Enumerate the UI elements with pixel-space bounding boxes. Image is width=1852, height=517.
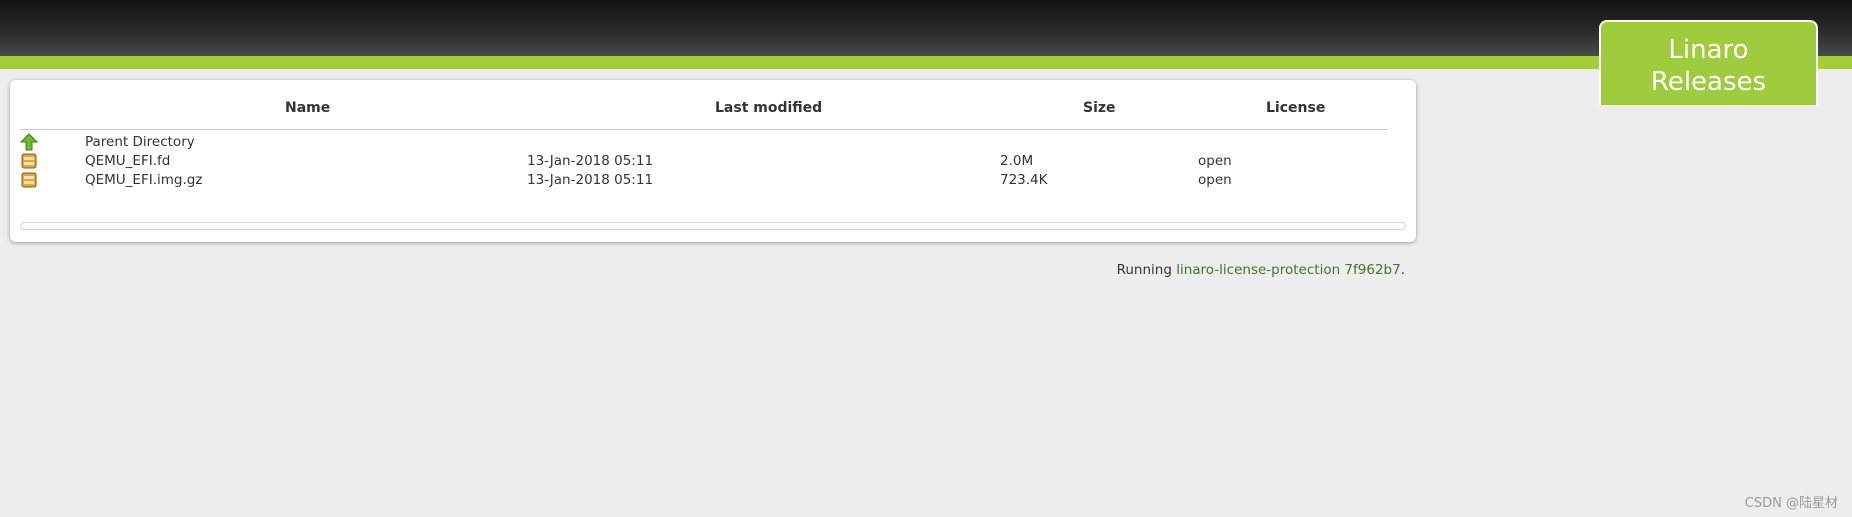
file-license: open	[1198, 172, 1232, 188]
footer-prefix: Running	[1116, 262, 1177, 278]
footer-running-text: Running linaro-license-protection 7f962b…	[1117, 262, 1405, 278]
version-link[interactable]: linaro-license-protection 7f962b7	[1176, 262, 1400, 278]
file-last-modified: 13-Jan-2018 05:11	[527, 153, 654, 169]
csdn-watermark: CSDN @陆星材	[1744, 496, 1838, 511]
column-header-size[interactable]: Size	[1083, 100, 1116, 116]
table-row: QEMU_EFI.img.gz 13-Jan-2018 05:11 723.4K…	[10, 171, 1400, 190]
file-size: 723.4K	[1000, 172, 1048, 188]
parent-directory-row[interactable]: Parent Directory	[10, 133, 1400, 152]
column-header-license[interactable]: License	[1266, 100, 1325, 116]
file-listing-panel: Name Last modified Size License Parent D…	[10, 80, 1416, 242]
footer-suffix: .	[1400, 262, 1405, 278]
column-header-name[interactable]: Name	[285, 100, 330, 116]
archive-file-icon[interactable]	[20, 171, 38, 189]
top-header-bar	[0, 0, 1852, 56]
horizontal-scrollbar[interactable]	[20, 222, 1406, 230]
table-row: QEMU_EFI.fd 13-Jan-2018 05:11 2.0M open	[10, 152, 1400, 171]
file-name-link[interactable]: QEMU_EFI.img.gz	[85, 172, 202, 188]
linaro-releases-banner[interactable]: Linaro Releases	[1599, 20, 1818, 105]
file-name-link[interactable]: QEMU_EFI.fd	[85, 153, 170, 169]
file-last-modified: 13-Jan-2018 05:11	[527, 172, 654, 188]
brand-line-1: Linaro	[1668, 35, 1749, 65]
column-header-last-modified[interactable]: Last modified	[715, 100, 822, 116]
accent-stripe	[0, 56, 1852, 69]
file-size: 2.0M	[1000, 153, 1034, 169]
brand-line-2: Releases	[1650, 67, 1767, 97]
file-license: open	[1198, 153, 1232, 169]
up-arrow-icon[interactable]	[19, 133, 39, 151]
table-header: Name Last modified Size License	[20, 90, 1388, 130]
archive-file-icon[interactable]	[20, 152, 38, 170]
parent-directory-link[interactable]: Parent Directory	[85, 134, 195, 150]
